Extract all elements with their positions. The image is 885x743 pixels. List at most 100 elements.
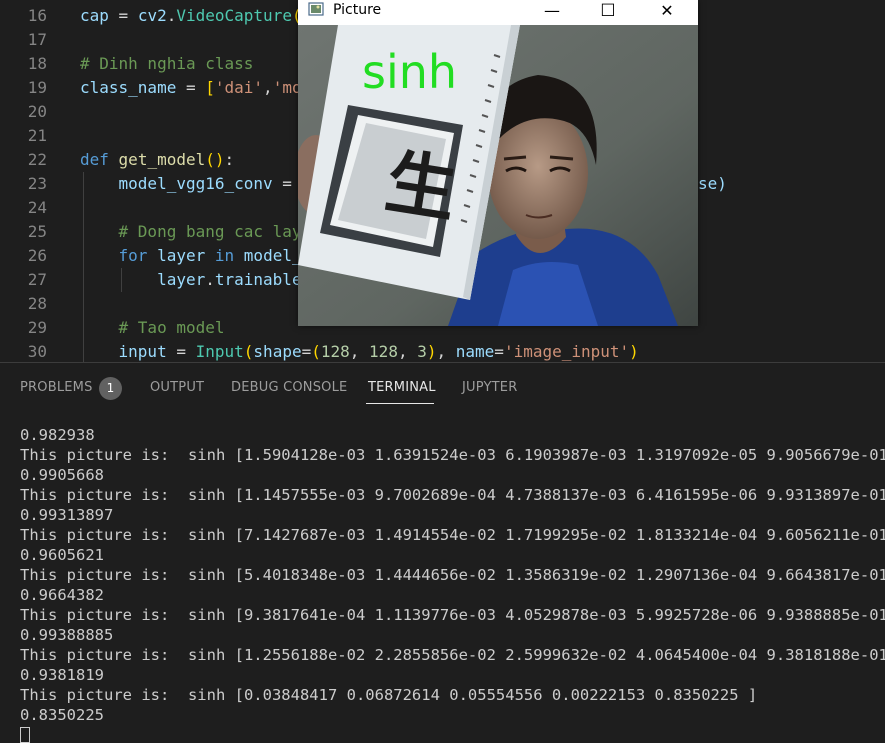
code-token: # Dong bang cac lay [118,222,302,241]
code-token: model_vgg16_conv [118,174,273,193]
terminal-line: This picture is: sinh [9.3817641e-04 1.1… [20,606,885,624]
line-number: 25 [27,222,47,241]
close-button[interactable]: ✕ [644,0,690,24]
code-token: 128 [369,342,398,361]
terminal-line: This picture is: sinh [7.1427687e-03 1.4… [20,526,885,544]
card-glyph: 生 [380,140,462,233]
terminal-line: 0.8350225 [20,706,104,724]
problems-count-badge: 1 [99,377,122,400]
terminal-line: This picture is: sinh [1.2556188e-02 2.2… [20,646,885,664]
maximize-button[interactable]: ☐ [585,0,631,24]
code-text: input = Input(shape=(128, 128, 3), name=… [80,340,639,362]
minimize-button[interactable]: — [529,0,575,24]
code-text: model_vgg16_conv = [80,172,302,196]
panel-tab-bar: PROBLEMS 1 OUTPUT DEBUG CONSOLE TERMINAL… [0,363,885,413]
code-token: 'image_input' [503,342,630,361]
code-token: 3 [417,342,427,361]
code-text: for layer in model_ [80,244,302,268]
code-token: 'dai' [214,78,264,97]
indent-guide [121,268,122,292]
line-number: 30 [27,342,47,361]
tab-jupyter[interactable]: JUPYTER [462,380,517,395]
line-number: 23 [27,174,47,193]
code-token: cap [80,6,109,25]
code-text: cap = cv2.VideoCapture( [80,4,302,28]
code-token: cv2 [137,6,167,25]
code-token: , [263,78,273,97]
code-token: Input [195,342,244,361]
code-token: , [436,342,456,361]
line-number: 29 [27,318,47,337]
code-token: ) [629,342,639,361]
code-token: for [118,246,148,265]
code-text: layer.trainable [80,268,302,292]
indent-guide [83,172,84,362]
terminal-line: This picture is: sinh [0.03848417 0.0687… [20,686,758,704]
code-token: name [455,342,495,361]
code-token: = [166,342,196,361]
code-token: layer [157,270,206,289]
code-token: se) [698,174,727,193]
line-number: 18 [27,54,47,73]
code-token: 128 [320,342,350,361]
line-number: 28 [27,294,47,313]
terminal-line: This picture is: sinh [5.4018348e-03 1.4… [20,566,885,584]
code-text: class_name = ['dai','mo [80,76,302,100]
code-token: , [349,342,370,361]
terminal-line: 0.9381819 [20,666,104,684]
terminal-line: 0.99388885 [20,626,114,644]
camera-frame: 生 sinh [298,25,698,326]
code-token: ( [311,342,321,361]
terminal-line: 0.9664382 [20,586,104,604]
code-text: # Dong bang cac lay [80,220,302,244]
code-token: : [224,150,235,169]
tab-problems[interactable]: PROBLEMS [20,380,93,395]
code-token: () [205,150,225,169]
code-token: ( [243,342,254,361]
tab-terminal[interactable]: TERMINAL [368,380,436,395]
prediction-label: sinh [362,45,457,99]
terminal-line: 0.9605621 [20,546,104,564]
code-token: # Dinh nghia class [80,54,254,73]
code-token: # Tao model [118,318,225,337]
code-token: [ [205,78,215,97]
code-text: # Tao model [80,316,225,340]
code-token: def [80,150,109,169]
tab-debug-console[interactable]: DEBUG CONSOLE [231,380,347,395]
code-token: layer [157,246,206,265]
line-number: 21 [27,126,47,145]
line-number: 16 [27,6,47,25]
terminal-line: This picture is: sinh [1.5904128e-03 1.6… [20,446,885,464]
code-text: # Dinh nghia class [80,52,253,76]
active-tab-indicator [366,403,434,404]
code-line: 30 input = Input(shape=(128, 128, 3), na… [0,340,885,362]
code-token: trainable [214,270,302,289]
window-titlebar[interactable]: Picture — ☐ ✕ [298,0,698,24]
code-token: VideoCapture [176,6,292,25]
line-number: 17 [27,30,47,49]
code-token: get_model [118,150,206,169]
window-title: Picture [333,2,382,18]
line-number: 26 [27,246,47,265]
code-token: = [108,6,138,25]
line-number: 19 [27,78,47,97]
tab-output[interactable]: OUTPUT [150,380,204,395]
terminal-line: This picture is: sinh [1.1457555e-03 9.7… [20,486,885,504]
camera-image: 生 sinh [298,25,698,326]
code-token: . [166,6,177,25]
code-token: , [397,342,418,361]
code-token: in [214,246,235,265]
code-token: = [176,78,206,97]
code-token: class_name [80,78,177,97]
code-token: . [205,270,215,289]
terminal-line: 0.982938 [20,426,95,444]
bottom-panel: PROBLEMS 1 OUTPUT DEBUG CONSOLE TERMINAL… [0,362,885,743]
app-icon [308,2,324,16]
code-token: = [494,342,504,361]
